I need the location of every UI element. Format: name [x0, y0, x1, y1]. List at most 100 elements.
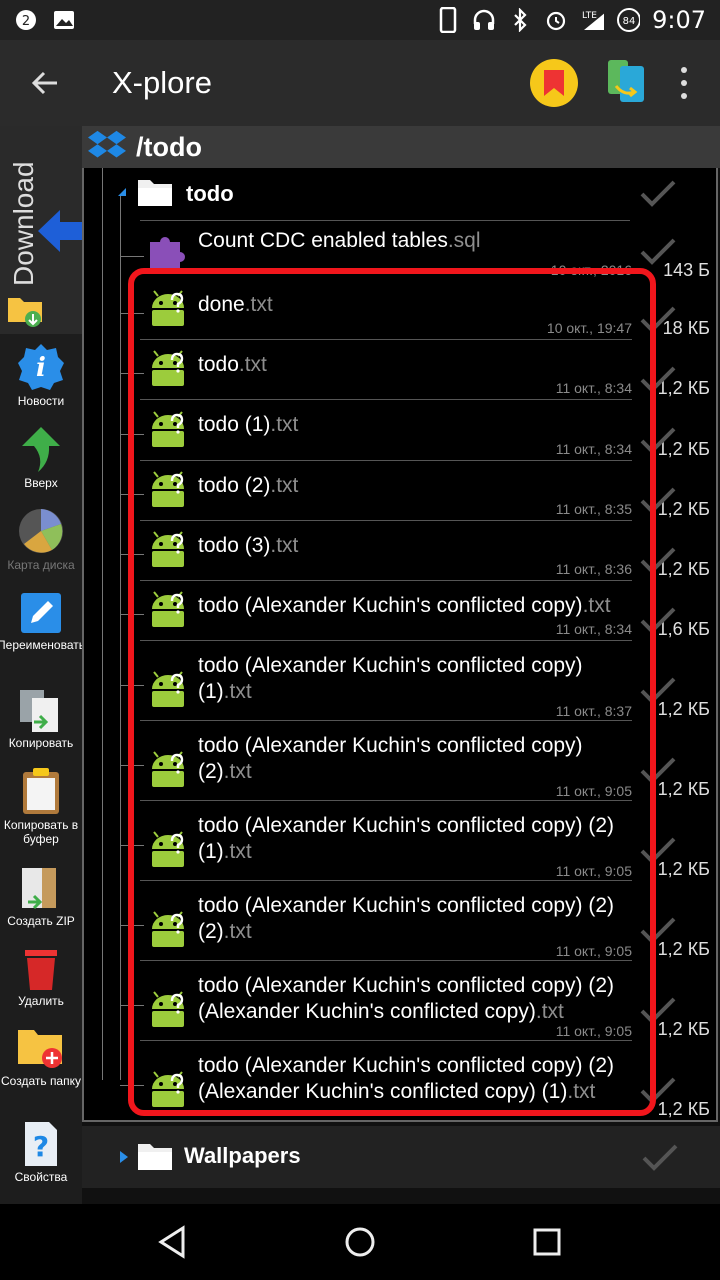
file-list: todo Count CDC enabled tables.sql 10 окт…: [82, 168, 718, 1122]
expand-arrow-icon: [120, 1151, 128, 1163]
create-zip-tool[interactable]: Создать ZIP: [0, 864, 82, 928]
android-unknown-file-icon: [152, 671, 184, 707]
file-date: 11 окт., 9:05: [555, 1023, 632, 1039]
tree-line: [120, 1085, 144, 1086]
file-date: 11 окт., 9:05: [555, 863, 632, 879]
check-icon[interactable]: [640, 425, 676, 455]
file-name: todo (Alexander Kuchin's conflicted copy…: [198, 974, 615, 1023]
file-date: 11 окт., 9:05: [555, 783, 632, 799]
battery-icon: 84: [616, 8, 641, 32]
app-bar: X-plore: [0, 40, 720, 126]
check-icon[interactable]: [640, 236, 676, 266]
file-date: 11 окт., 8:34: [555, 441, 632, 457]
file-date: 11 окт., 8:36: [555, 561, 632, 577]
tree-line: [120, 614, 144, 615]
tool-label: Удалить: [18, 994, 64, 1008]
file-row[interactable]: todo (Alexander Kuchin's conflicted copy…: [84, 881, 718, 961]
properties-tool[interactable]: ? Свойства: [0, 1120, 82, 1184]
tree-line: [120, 313, 144, 314]
news-tool[interactable]: i Новости: [0, 342, 82, 408]
file-row[interactable]: todo (Alexander Kuchin's conflicted copy…: [84, 721, 718, 801]
tool-label: Создать папку: [1, 1074, 81, 1088]
file-row[interactable]: todo (Alexander Kuchin's conflicted copy…: [84, 641, 718, 721]
tool-label: Вверх: [24, 476, 58, 490]
tree-line: [120, 434, 144, 435]
navigation-bar: [0, 1204, 720, 1280]
svg-text:2: 2: [22, 14, 30, 29]
file-row[interactable]: todo (2).txt 11 окт., 8:35 1,2 КБ: [84, 461, 718, 521]
expand-arrow-icon: [118, 188, 126, 196]
tools-sidebar: Download i Новости Вверх Карта диска Пер…: [0, 126, 85, 1204]
svg-text:i: i: [36, 353, 46, 383]
android-unknown-file-icon: [152, 751, 184, 787]
tree-line: [120, 256, 144, 257]
file-date: 10 окт., 19:47: [546, 320, 632, 336]
check-icon[interactable]: [640, 178, 676, 208]
file-row[interactable]: todo.txt 11 окт., 8:34 1,2 КБ: [84, 340, 718, 400]
dropbox-icon: [88, 130, 126, 158]
up-tool[interactable]: Вверх: [0, 424, 82, 490]
path-bar[interactable]: /todo: [82, 126, 720, 168]
headset-icon: [472, 8, 496, 32]
back-button[interactable]: [0, 40, 90, 126]
file-date: 11 окт., 9:05: [555, 943, 632, 959]
file-row[interactable]: done.txt 10 окт., 19:47 18 КБ: [84, 280, 718, 340]
properties-icon: ?: [25, 1122, 57, 1166]
copy-tool[interactable]: Копировать: [0, 686, 82, 750]
file-date: 11 окт., 8:34: [555, 380, 632, 396]
android-unknown-file-icon: [152, 1071, 184, 1107]
phone-icon: [436, 7, 460, 33]
overflow-menu-button[interactable]: [674, 63, 694, 103]
check-icon[interactable]: [640, 995, 676, 1025]
create-folder-tool[interactable]: Создать папку: [0, 1024, 82, 1088]
nav-recents-button[interactable]: [529, 1224, 565, 1260]
check-icon[interactable]: [640, 675, 676, 705]
delete-tool[interactable]: Удалить: [0, 944, 82, 1008]
download-tab-label: Download: [8, 161, 39, 286]
android-unknown-file-icon: [152, 591, 184, 627]
file-row[interactable]: todo (1).txt 11 окт., 8:34 1,2 КБ: [84, 400, 718, 461]
file-date: 10 окт., 2016: [550, 262, 632, 278]
folder-icon: [138, 1144, 172, 1170]
rename-tool[interactable]: Переименовать: [0, 590, 85, 652]
file-name: todo.txt: [198, 353, 267, 376]
check-icon[interactable]: [640, 605, 676, 635]
file-name: todo (Alexander Kuchin's conflicted copy…: [198, 654, 583, 703]
new-folder-icon: [18, 1030, 62, 1068]
copy-to-clipboard-tool[interactable]: Копировать в буфер: [0, 766, 82, 846]
file-row[interactable]: todo (Alexander Kuchin's conflicted copy…: [84, 1041, 718, 1121]
file-row[interactable]: todo (Alexander Kuchin's conflicted copy…: [84, 961, 718, 1041]
tool-label: Создать ZIP: [7, 914, 75, 928]
file-date: 11 окт., 8:37: [555, 703, 632, 719]
nav-home-button[interactable]: [342, 1224, 378, 1260]
file-row-sql[interactable]: Count CDC enabled tables.sql 10 окт., 20…: [84, 220, 718, 280]
check-icon[interactable]: [640, 304, 676, 334]
check-icon[interactable]: [640, 915, 676, 945]
svg-text:LTE: LTE: [582, 11, 597, 21]
file-row[interactable]: todo (Alexander Kuchin's conflicted copy…: [84, 581, 718, 641]
tree-line: [120, 845, 144, 846]
tree-line: [120, 494, 144, 495]
file-row[interactable]: todo (3).txt 11 окт., 8:36 1,2 КБ: [84, 521, 718, 581]
download-tab[interactable]: Download: [0, 126, 82, 334]
folder-row-todo[interactable]: todo: [84, 168, 718, 220]
check-icon[interactable]: [640, 755, 676, 785]
check-icon[interactable]: [640, 1075, 676, 1105]
file-name: todo (3).txt: [198, 534, 299, 557]
bookmarks-button[interactable]: [530, 59, 578, 107]
lte-signal-icon: LTE: [580, 8, 605, 32]
check-icon[interactable]: [640, 545, 676, 575]
android-unknown-file-icon: [152, 831, 184, 867]
check-icon[interactable]: [640, 364, 676, 394]
file-name: Count CDC enabled tables.sql: [198, 229, 481, 252]
pane-switch-button[interactable]: [604, 58, 648, 109]
check-icon[interactable]: [642, 1142, 678, 1172]
nav-back-button[interactable]: [155, 1224, 191, 1260]
check-icon[interactable]: [640, 485, 676, 515]
folder-row-wallpapers[interactable]: Wallpapers: [82, 1126, 720, 1188]
tree-line: [120, 554, 144, 555]
check-icon[interactable]: [640, 835, 676, 865]
android-unknown-file-icon: [152, 911, 184, 947]
file-row[interactable]: todo (Alexander Kuchin's conflicted copy…: [84, 801, 718, 881]
zip-icon: [22, 868, 56, 910]
